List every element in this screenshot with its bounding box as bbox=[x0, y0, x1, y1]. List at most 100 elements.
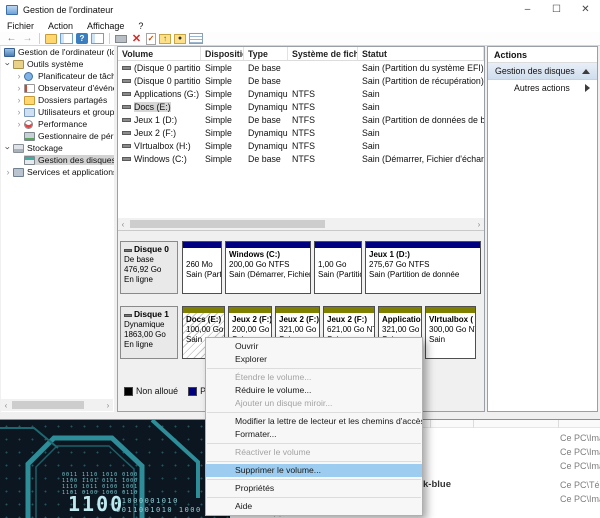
partition-recovery[interactable]: 1,00 GoSain (Partitio bbox=[314, 241, 362, 294]
menu-affichage[interactable]: Affichage bbox=[80, 21, 131, 31]
partition-efi[interactable]: 260 MoSain (Part bbox=[182, 241, 222, 294]
delete-icon[interactable]: ✕ bbox=[130, 33, 143, 45]
menu-separator bbox=[207, 461, 421, 462]
collapse-icon[interactable] bbox=[582, 69, 590, 74]
disk-1-label[interactable]: Disque 1 Dynamique 1863,00 Go En ligne bbox=[120, 306, 178, 359]
column-header-disposition[interactable]: Disposition bbox=[201, 47, 244, 60]
maximize-button[interactable]: ☐ bbox=[542, 0, 571, 19]
menu-item-formater[interactable]: Formater... bbox=[206, 428, 422, 441]
chevron-collapsed-icon[interactable]: › bbox=[14, 71, 24, 81]
volume-icon bbox=[122, 131, 131, 135]
show-console-tree-icon[interactable] bbox=[60, 33, 73, 44]
forward-arrow-icon[interactable]: → bbox=[21, 33, 34, 45]
scroll-thumb[interactable] bbox=[12, 401, 84, 409]
tree-item-stockage[interactable]: › Stockage bbox=[1, 142, 114, 154]
legend-swatch-unallocated bbox=[124, 387, 133, 396]
event-viewer-icon bbox=[24, 84, 35, 93]
computer-icon bbox=[4, 48, 15, 57]
toolbar-separator bbox=[109, 33, 110, 44]
menu-item-etendre-le-volume: Étendre le volume... bbox=[206, 371, 422, 384]
file-location[interactable]: Ce PC\Téléc bbox=[560, 480, 600, 490]
column-header-volume[interactable]: Volume bbox=[118, 47, 201, 60]
back-arrow-icon[interactable]: ← bbox=[5, 33, 18, 45]
tree-item-gestion-des-disques[interactable]: › Gestion des disques bbox=[1, 154, 114, 166]
help-icon[interactable]: ? bbox=[76, 33, 88, 44]
menu-item-modifier-lettre-lecteur[interactable]: Modifier la lettre de lecteur et les che… bbox=[206, 415, 422, 428]
system-tools-icon bbox=[13, 60, 24, 69]
disk-management-icon bbox=[24, 156, 35, 165]
actions-title: Actions bbox=[488, 47, 597, 63]
disk-icon bbox=[124, 249, 132, 252]
menu-item-proprietes[interactable]: Propriétés bbox=[206, 482, 422, 495]
tree-item-services-applications[interactable]: › Services et applications bbox=[1, 166, 114, 178]
partition-windows-c[interactable]: Windows (C:)200,00 Go NTFSSain (Démarrer… bbox=[225, 241, 311, 294]
chevron-collapsed-icon[interactable]: › bbox=[14, 107, 24, 117]
chevron-collapsed-icon[interactable]: › bbox=[14, 119, 24, 129]
file-location[interactable]: Ce PC\Imag bbox=[560, 461, 600, 471]
menu-item-reduire-le-volume[interactable]: Réduire le volume... bbox=[206, 384, 422, 397]
volume-icon bbox=[122, 105, 131, 109]
scroll-right-icon[interactable]: › bbox=[103, 401, 113, 410]
menu-action[interactable]: Action bbox=[41, 21, 80, 31]
app-icon bbox=[6, 5, 18, 15]
scroll-left-icon[interactable]: ‹ bbox=[1, 401, 11, 410]
menu-item-supprimer-le-volume[interactable]: Supprimer le volume... bbox=[206, 464, 422, 477]
remote-connection-icon[interactable] bbox=[115, 35, 127, 43]
toolbar-separator bbox=[39, 33, 40, 44]
chevron-collapsed-icon[interactable]: › bbox=[14, 95, 24, 105]
actions-group-gestion-des-disques[interactable]: Gestion des disques bbox=[488, 63, 597, 80]
chevron-collapsed-icon[interactable]: › bbox=[3, 167, 13, 177]
volume-row[interactable]: VIrtualbox (H:) SimpleDynamique NTFSSain bbox=[118, 139, 484, 152]
minimize-button[interactable]: – bbox=[513, 0, 542, 19]
refresh-up-icon[interactable]: ↑ bbox=[159, 34, 171, 44]
tree-item-computer-management[interactable]: Gestion de l'ordinateur (local) bbox=[1, 46, 114, 58]
properties-icon[interactable] bbox=[189, 33, 203, 44]
menu-separator bbox=[207, 443, 421, 444]
export-list-icon[interactable] bbox=[45, 34, 57, 44]
tree-item-dossiers-partages[interactable]: › Dossiers partagés bbox=[1, 94, 114, 106]
scroll-right-icon[interactable]: › bbox=[474, 220, 484, 229]
menu-item-aide[interactable]: Aide bbox=[206, 500, 422, 513]
volume-list-horizontal-scrollbar[interactable]: ‹ › bbox=[118, 218, 484, 230]
file-name-fragment[interactable]: k-blue bbox=[423, 479, 451, 490]
chevron-expanded-icon[interactable]: › bbox=[3, 59, 13, 69]
validate-icon[interactable]: ✓ bbox=[146, 33, 156, 45]
volume-row[interactable]: Applications (G:) SimpleDynamique NTFSSa… bbox=[118, 87, 484, 100]
file-location[interactable]: Ce PC\Imag bbox=[560, 494, 600, 504]
find-icon[interactable]: ● bbox=[174, 34, 186, 44]
column-header-type[interactable]: Type bbox=[244, 47, 288, 60]
tree-item-outils-systeme[interactable]: › Outils système bbox=[1, 58, 114, 70]
show-action-pane-icon[interactable] bbox=[91, 33, 104, 44]
partition-jeux1-d[interactable]: Jeux 1 (D:)275,67 Go NTFSSain (Partition… bbox=[365, 241, 481, 294]
menu-item-ouvrir[interactable]: Ouvrir bbox=[206, 340, 422, 353]
partition-virtualbox-h[interactable]: VIrtualbox (300,00 Go NTSain bbox=[425, 306, 476, 359]
tree-item-observateur[interactable]: › Observateur d'événeme bbox=[1, 82, 114, 94]
chevron-expanded-icon[interactable]: › bbox=[3, 143, 13, 153]
volume-row-selected[interactable]: Docs (E:) SimpleDynamique NTFSSain bbox=[118, 100, 484, 113]
title-bar: Gestion de l'ordinateur – ☐ ✕ bbox=[0, 0, 600, 19]
volume-row[interactable]: Jeux 2 (F:) SimpleDynamique NTFSSain bbox=[118, 126, 484, 139]
chevron-collapsed-icon[interactable]: › bbox=[14, 83, 24, 93]
tree-item-performance[interactable]: › Performance bbox=[1, 118, 114, 130]
column-header-statut[interactable]: Statut bbox=[358, 47, 484, 60]
volume-row[interactable]: Windows (C:) SimpleDe base NTFSSain (Dém… bbox=[118, 152, 484, 165]
column-header-systeme[interactable]: Système de fichiers bbox=[288, 47, 358, 60]
volume-icon bbox=[122, 157, 131, 161]
volume-row[interactable]: (Disque 0 partition 4) SimpleDe base Sai… bbox=[118, 74, 484, 87]
actions-item-autres-actions[interactable]: Autres actions bbox=[488, 80, 597, 96]
disk-0-label[interactable]: Disque 0 De base 476,92 Go En ligne bbox=[120, 241, 178, 294]
tree-item-planificateur[interactable]: › Planificateur de tâches bbox=[1, 70, 114, 82]
scroll-thumb[interactable] bbox=[130, 220, 325, 228]
file-location[interactable]: Ce PC\Imag bbox=[560, 447, 600, 457]
file-location[interactable]: Ce PC\Imag bbox=[560, 433, 600, 443]
tree-item-utilisateurs[interactable]: › Utilisateurs et groupes l bbox=[1, 106, 114, 118]
menu-item-explorer[interactable]: Explorer bbox=[206, 353, 422, 366]
tree-horizontal-scrollbar[interactable]: ‹ › bbox=[1, 399, 113, 411]
close-button[interactable]: ✕ bbox=[571, 0, 600, 19]
volume-row[interactable]: Jeux 1 (D:) SimpleDe base NTFSSain (Part… bbox=[118, 113, 484, 126]
menu-help[interactable]: ? bbox=[131, 21, 150, 31]
tree-item-gestionnaire-peripheriques[interactable]: › Gestionnaire de périphé bbox=[1, 130, 114, 142]
menu-fichier[interactable]: Fichier bbox=[0, 21, 41, 31]
volume-row[interactable]: (Disque 0 partition 1) SimpleDe base Sai… bbox=[118, 61, 484, 74]
scroll-left-icon[interactable]: ‹ bbox=[118, 220, 128, 229]
